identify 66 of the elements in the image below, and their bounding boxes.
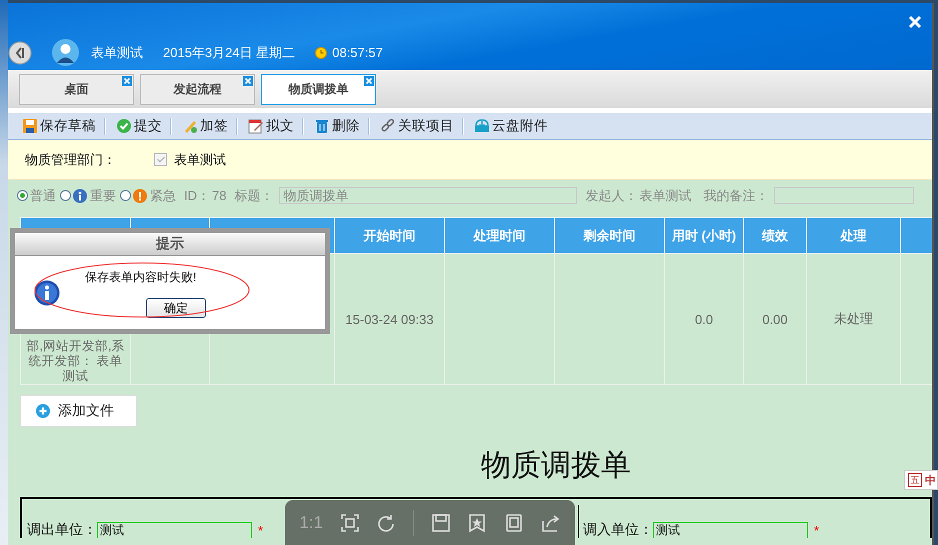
share-icon[interactable] bbox=[540, 512, 561, 532]
field-label: 物质管理部门： bbox=[25, 150, 116, 168]
note-input[interactable] bbox=[774, 187, 914, 204]
trash-icon bbox=[314, 118, 330, 134]
close-icon[interactable] bbox=[908, 15, 922, 29]
ok-button[interactable]: 确定 bbox=[146, 298, 206, 318]
tab[interactable]: 桌面 bbox=[19, 74, 134, 105]
input-method-label[interactable]: 中 bbox=[925, 472, 936, 488]
document-icon bbox=[248, 118, 264, 134]
id-value: 78 bbox=[212, 188, 226, 203]
column-header: 处理 bbox=[806, 218, 900, 254]
add-file-button[interactable]: 添加文件 bbox=[20, 395, 137, 427]
field-label: 发起人： bbox=[585, 186, 638, 204]
field-label: 调出单位： bbox=[27, 521, 97, 538]
plus-circle-icon bbox=[36, 404, 50, 418]
toolbar-button[interactable]: 提交 bbox=[116, 117, 170, 135]
date-text: 2015年3月24日 星期二 bbox=[163, 44, 296, 62]
check-circle-icon bbox=[116, 118, 132, 134]
toolbar-button[interactable]: 拟文 bbox=[248, 117, 302, 135]
cloud-drive-icon bbox=[474, 118, 490, 134]
user-avatar-icon bbox=[52, 39, 79, 66]
column-header: 用时 (小时) bbox=[664, 218, 744, 254]
field-label: 标题： bbox=[234, 186, 274, 204]
toolbar-button[interactable]: 关联项目 bbox=[380, 117, 462, 135]
input-field[interactable]: 测试 bbox=[653, 522, 808, 538]
dialog-title: 提示 bbox=[156, 235, 184, 253]
column-header: 绩效 bbox=[744, 218, 806, 254]
info-icon bbox=[73, 188, 87, 202]
back-button[interactable] bbox=[8, 40, 32, 64]
toolbar-button[interactable]: 删除 bbox=[314, 117, 368, 135]
field-label: ID： bbox=[184, 186, 210, 204]
required-mark: * bbox=[258, 522, 264, 538]
pencil-icon bbox=[182, 118, 198, 134]
form-title: 物质调拨单 bbox=[481, 448, 631, 484]
close-icon[interactable] bbox=[122, 76, 132, 86]
exclamation-icon bbox=[133, 188, 147, 202]
star-icon[interactable] bbox=[467, 512, 488, 532]
column-header: 剩余时间 bbox=[554, 218, 664, 254]
close-icon[interactable] bbox=[364, 76, 374, 86]
table-cell: 15-03-24 09:33 bbox=[334, 254, 444, 384]
checkbox-label: 表单测试 bbox=[174, 150, 226, 168]
input-method-icon[interactable]: 五 bbox=[908, 473, 922, 487]
table-cell: 0.0 bbox=[664, 254, 744, 384]
toolbar-button[interactable]: 云盘附件 bbox=[474, 117, 556, 135]
user-name: 表单测试 bbox=[91, 44, 143, 62]
toolbar-button[interactable]: 加签 bbox=[182, 117, 236, 135]
fit-screen-icon[interactable] bbox=[340, 512, 360, 532]
required-mark: * bbox=[814, 522, 820, 538]
input-field[interactable]: 测试 bbox=[97, 522, 252, 538]
column-header: 开始时间 bbox=[334, 218, 444, 254]
field-label: 我的备注： bbox=[703, 186, 768, 204]
clock-time: 08:57:57 bbox=[332, 45, 383, 60]
rotate-icon[interactable] bbox=[376, 512, 396, 532]
chain-link-icon bbox=[380, 118, 396, 134]
column-header: 处理时间 bbox=[444, 218, 554, 254]
tablet-icon[interactable] bbox=[504, 512, 524, 532]
initiator-name: 表单测试 bbox=[639, 186, 692, 204]
clock-icon bbox=[315, 46, 328, 58]
tab[interactable]: 发起流程 bbox=[140, 74, 255, 105]
field-label: 调入单位： bbox=[583, 521, 653, 538]
tab[interactable]: 物质调拨单 bbox=[261, 74, 376, 105]
table-cell: 0.00 bbox=[744, 254, 806, 384]
toolbar-button[interactable]: 保存草稿 bbox=[22, 117, 104, 135]
info-icon bbox=[34, 280, 60, 306]
close-icon[interactable] bbox=[243, 76, 253, 86]
table-cell: 未处理 bbox=[806, 254, 900, 384]
